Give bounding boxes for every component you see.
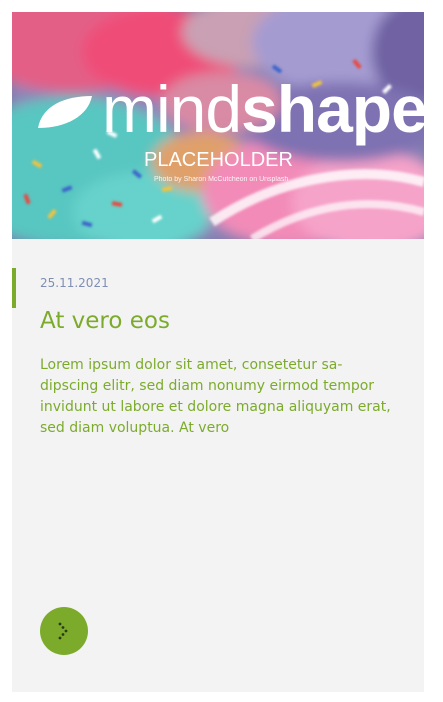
- mindshape-logo: mindshape: [102, 72, 424, 146]
- accent-bar: [12, 268, 16, 308]
- teaser-text: Lorem ipsum dolor sit amet, consetetur s…: [40, 357, 391, 436]
- news-teaser-card[interactable]: mindshape PLACEHOLDER Photo by Sharon Mc…: [12, 12, 424, 692]
- read-more-button[interactable]: [40, 607, 88, 655]
- teaser-image[interactable]: mindshape PLACEHOLDER Photo by Sharon Mc…: [12, 12, 424, 239]
- photo-credit: Photo by Sharon McCutcheon on Unsplash: [154, 176, 289, 183]
- chevron-right-icon: [58, 622, 68, 640]
- logo-overlay: mindshape PLACEHOLDER Photo by Sharon Mc…: [36, 76, 424, 190]
- teaser-date: 25.11.2021: [40, 276, 109, 290]
- leaf-logo-icon: [38, 96, 92, 128]
- placeholder-label: PLACEHOLDER: [144, 149, 293, 171]
- teaser-title[interactable]: At vero eos: [40, 308, 170, 334]
